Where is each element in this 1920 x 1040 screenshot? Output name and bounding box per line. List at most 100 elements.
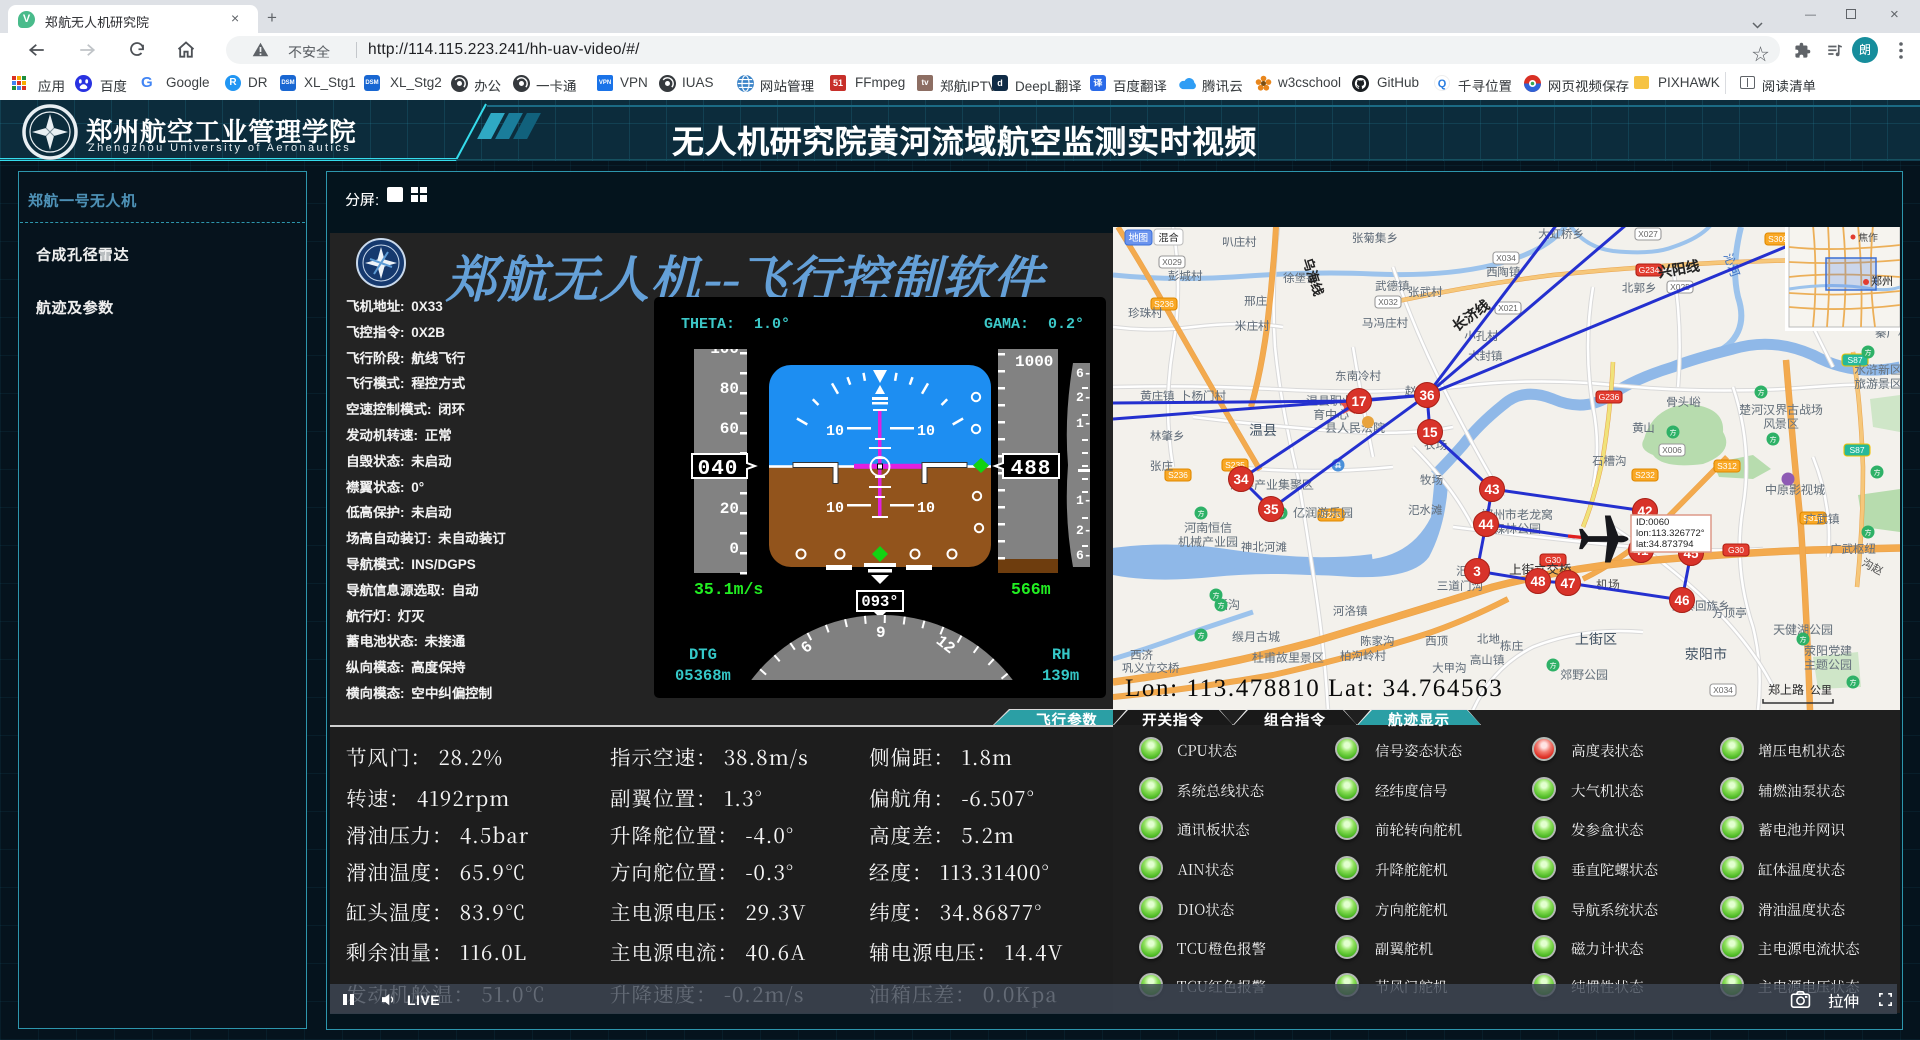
svg-text:中原影视城: 中原影视城 [1765, 483, 1825, 497]
svg-text:35.1m/s: 35.1m/s [694, 580, 763, 599]
svg-text:GAMA:: GAMA: [984, 316, 1029, 333]
svg-text:主题公园: 主题公园 [1804, 658, 1852, 672]
svg-text:沟赵: 沟赵 [1860, 556, 1886, 578]
svg-text:骨头峪: 骨头峪 [1666, 396, 1701, 409]
svg-text:X021: X021 [1498, 303, 1518, 313]
svg-text:方: 方 [1218, 601, 1225, 610]
svg-text:陈家沟: 陈家沟 [1360, 635, 1395, 648]
svg-text:44: 44 [1478, 517, 1494, 532]
svg-text:10: 10 [826, 423, 844, 440]
svg-text:缑月古城: 缑月古城 [1232, 630, 1280, 644]
svg-text:60: 60 [720, 420, 739, 438]
svg-text:地图: 地图 [1129, 233, 1149, 244]
svg-text:方: 方 [1198, 509, 1205, 518]
svg-text:RH: RH [1052, 646, 1071, 664]
svg-text:0: 0 [729, 540, 739, 558]
svg-text:139m: 139m [1042, 667, 1079, 685]
svg-text:张武村: 张武村 [1408, 285, 1443, 299]
svg-text:西济: 西济 [1130, 649, 1153, 662]
svg-text:西顶: 西顶 [1425, 635, 1448, 648]
svg-text:汜水滩: 汜水滩 [1408, 504, 1443, 517]
svg-text:北郭乡: 北郭乡 [1622, 282, 1657, 295]
svg-text:方: 方 [1198, 631, 1205, 640]
svg-text:566m: 566m [1011, 580, 1051, 599]
svg-text:荥阳市: 荥阳市 [1685, 646, 1727, 662]
svg-text:水浒新区: 水浒新区 [1854, 363, 1900, 377]
svg-text:1-: 1- [1076, 416, 1092, 431]
svg-text:神北河滩: 神北河滩 [1241, 541, 1287, 554]
svg-text:米庄村: 米庄村 [1235, 319, 1270, 333]
svg-text:郑上路: 郑上路 [1768, 683, 1804, 697]
svg-text:S87: S87 [1849, 445, 1864, 455]
svg-text:G30: G30 [1728, 545, 1744, 555]
svg-text:X029: X029 [1162, 257, 1182, 267]
svg-text:48: 48 [1530, 574, 1546, 589]
svg-text:2-: 2- [1076, 523, 1092, 538]
svg-text:36: 36 [1419, 388, 1435, 403]
svg-text:488: 488 [1011, 458, 1052, 481]
svg-text:叭庄村: 叭庄村 [1222, 235, 1257, 249]
svg-text:ID:0060: ID:0060 [1636, 517, 1669, 528]
svg-text:方: 方 [1865, 348, 1872, 357]
svg-text:郑州: 郑州 [1871, 275, 1893, 288]
svg-text:15: 15 [1422, 425, 1438, 440]
svg-text:杜甫故里景区: 杜甫故里景区 [1252, 651, 1324, 665]
svg-text:河洛镇: 河洛镇 [1333, 604, 1368, 618]
svg-text:东南冷村: 东南冷村 [1335, 369, 1381, 383]
svg-text:方: 方 [1770, 435, 1777, 444]
svg-text:方: 方 [1850, 678, 1857, 687]
svg-text:广武镇: 广武镇 [1805, 512, 1840, 526]
svg-text:G236: G236 [1599, 392, 1620, 402]
svg-text:S232: S232 [1635, 470, 1655, 480]
svg-text:17: 17 [1351, 394, 1366, 409]
svg-text:彭城村: 彭城村 [1168, 269, 1203, 283]
svg-text:6-: 6- [1076, 548, 1092, 563]
svg-text:方: 方 [1800, 635, 1807, 644]
svg-text:20: 20 [720, 500, 739, 518]
svg-text:10: 10 [826, 500, 844, 517]
svg-text:方: 方 [1670, 428, 1677, 437]
svg-text:风景区: 风景区 [1763, 417, 1799, 431]
svg-text:高山镇: 高山镇 [1470, 653, 1505, 667]
svg-text:方顶亭: 方顶亭 [1712, 607, 1747, 620]
svg-text:X034: X034 [1713, 685, 1733, 695]
svg-text:亿润游乐园: 亿润游乐园 [1293, 506, 1353, 520]
svg-text:10: 10 [917, 423, 935, 440]
svg-text:X006: X006 [1662, 445, 1682, 455]
svg-text:黄庄镇: 黄庄镇 [1140, 389, 1175, 403]
svg-text:THETA:: THETA: [681, 316, 735, 333]
svg-text:混合: 混合 [1159, 232, 1179, 244]
svg-text:05368m: 05368m [675, 667, 731, 685]
svg-text:DTG: DTG [689, 646, 717, 664]
svg-text:1000: 1000 [1015, 353, 1053, 371]
svg-text:公里: 公里 [1810, 685, 1832, 697]
svg-text:方: 方 [1213, 591, 1220, 600]
svg-text:郊野公园: 郊野公园 [1560, 668, 1608, 682]
svg-text:黄山: 黄山 [1632, 422, 1655, 435]
svg-text:X032: X032 [1378, 297, 1398, 307]
svg-text:旅游景区: 旅游景区 [1854, 377, 1900, 391]
svg-text:楚河汉界古战场: 楚河汉界古战场 [1739, 403, 1823, 417]
svg-text:荥阳党建: 荥阳党建 [1804, 644, 1852, 658]
svg-text:2-: 2- [1076, 390, 1092, 405]
svg-text:温县: 温县 [1249, 422, 1277, 438]
svg-text:北地: 北地 [1477, 633, 1500, 646]
svg-text:lat:34.873794: lat:34.873794 [1636, 539, 1694, 550]
svg-text:牧场: 牧场 [1420, 474, 1443, 487]
svg-text:上街区: 上街区 [1575, 631, 1617, 647]
svg-text:9: 9 [876, 624, 886, 642]
svg-text:35: 35 [1263, 502, 1279, 517]
svg-text:马冯庄村: 马冯庄村 [1362, 316, 1408, 330]
svg-text:石槽沟: 石槽沟 [1592, 455, 1627, 468]
svg-text:焦作: 焦作 [1858, 232, 1878, 244]
svg-text:广武枢纽: 广武枢纽 [1830, 543, 1876, 556]
svg-text:10: 10 [917, 500, 935, 517]
svg-text:lon:113.326772°: lon:113.326772° [1636, 528, 1705, 539]
svg-text:柏沟岭村: 柏沟岭村 [1340, 649, 1386, 663]
svg-text:河南恒信: 河南恒信 [1184, 521, 1232, 535]
svg-text:方: 方 [1758, 388, 1765, 397]
svg-text:巩义立交桥: 巩义立交桥 [1122, 661, 1180, 675]
svg-text:兴阳线: 兴阳线 [1657, 257, 1701, 280]
svg-text:X034: X034 [1496, 253, 1516, 263]
svg-text:1.0°: 1.0° [754, 316, 790, 333]
